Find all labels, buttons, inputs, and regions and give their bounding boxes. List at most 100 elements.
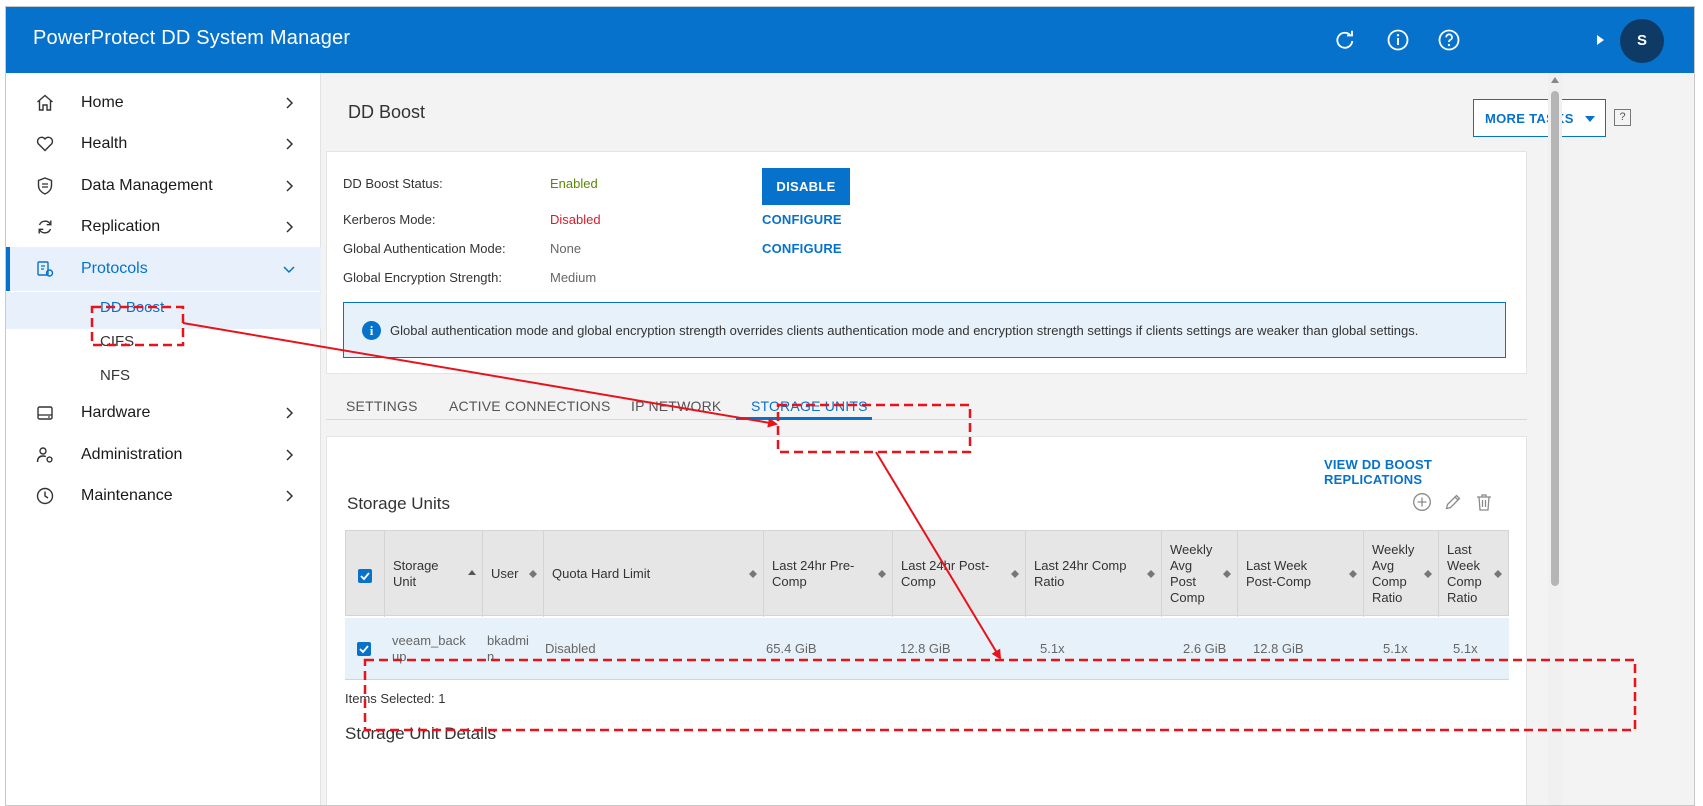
sidebar-item-protocols[interactable]: Protocols [6,247,321,291]
sidebar-item-label: Hardware [81,404,151,421]
sidebar-subitem-nfs[interactable]: NFS [100,367,130,384]
kerberos-mode-value: Disabled [550,212,601,227]
column-header-quota-hard-limit[interactable]: Quota Hard Limit [544,531,764,617]
sidebar-subitem-cifs[interactable]: CIFS [100,333,134,350]
edit-pencil-icon[interactable] [1443,492,1463,512]
sidebar-item-label: Replication [81,218,161,235]
tab-active-connections[interactable]: ACTIVE CONNECTIONS [449,398,611,414]
sort-icon [529,570,537,578]
app-window: PowerProtect DD System Manager S Home He… [5,6,1695,806]
chevron-right-icon [286,449,294,461]
sidebar-item-home[interactable]: Home [6,81,321,125]
sidebar-item-maintenance[interactable]: Maintenance [6,474,321,518]
info-circle-icon: i [362,321,381,340]
tab-settings[interactable]: SETTINGS [346,398,418,414]
chevron-right-icon [286,490,294,502]
info-message: Global authentication mode and global en… [390,323,1419,338]
app-title: PowerProtect DD System Manager [33,27,351,49]
header-select-all [346,531,385,617]
sort-icon [1147,570,1155,578]
main-content: DD Boost MORE TASKS ? DD Boost Status: E… [321,73,1694,805]
chevron-right-icon [286,221,294,233]
shield-icon [37,177,53,195]
tab-storage-units[interactable]: STORAGE UNITS [751,398,868,414]
help-menu-caret-icon[interactable] [1597,35,1604,45]
chevron-right-icon [286,180,294,192]
table-header: Storage Unit User Quota Hard Limit Last … [345,530,1509,617]
cell-weekly-avg-comp-ratio: 5.1x [1383,641,1408,656]
column-header-last-24hr-pre-comp[interactable]: Last 24hr Pre-Comp [764,531,893,617]
home-icon [37,94,53,111]
storage-unit-details-title: Storage Unit Details [345,724,497,743]
sort-icon [1223,570,1231,578]
cell-last-24hr-pre-comp: 65.4 GiB [766,641,817,656]
storage-units-panel: VIEW DD BOOST REPLICATIONS Storage Units… [326,436,1527,805]
sort-ascending-icon [468,570,476,575]
column-header-user[interactable]: User [483,531,544,617]
chevron-right-icon [286,407,294,419]
select-all-checkbox[interactable] [358,569,372,583]
page-title: DD Boost [348,102,426,122]
sort-icon [1424,570,1432,578]
sidebar-item-replication[interactable]: Replication [6,205,321,249]
admin-user-gear-icon [36,447,53,463]
active-tab-indicator [736,417,872,420]
info-icon[interactable] [1386,28,1410,52]
cell-storage-unit: veeam_backup [392,633,466,664]
configure-global-auth-button[interactable]: CONFIGURE [762,241,842,256]
row-checkbox[interactable] [357,642,371,656]
chevron-right-icon [286,138,294,150]
column-header-weekly-avg-post-comp[interactable]: Weekly Avg Post Comp [1162,531,1238,617]
sidebar-item-label: Administration [81,446,183,463]
page-help-button[interactable]: ? [1614,109,1631,126]
vertical-scrollbar[interactable] [1548,73,1562,805]
sidebar-subitem-dd-boost[interactable]: DD Boost [100,299,164,316]
refresh-icon[interactable] [1333,28,1357,52]
items-selected-count: Items Selected: 1 [345,691,446,706]
column-header-storage-unit[interactable]: Storage Unit [385,531,483,617]
tab-bar: SETTINGS ACTIVE CONNECTIONS IP NETWORK S… [326,384,1527,420]
sort-icon [1494,570,1502,578]
sidebar-item-administration[interactable]: Administration [6,433,321,477]
view-dd-boost-replications-link[interactable]: VIEW DD BOOST REPLICATIONS [1324,457,1526,487]
sidebar-item-health[interactable]: Health [6,122,321,166]
more-tasks-button[interactable]: MORE TASKS [1473,99,1606,137]
sidebar-item-label: Protocols [81,260,148,277]
chevron-right-icon [286,97,294,109]
column-header-weekly-avg-comp-ratio[interactable]: Weekly Avg Comp Ratio [1364,531,1439,617]
column-header-last-week-comp-ratio[interactable]: Last Week Comp Ratio [1439,531,1508,617]
info-banner: i Global authentication mode and global … [343,302,1506,358]
add-icon[interactable] [1412,492,1432,512]
column-header-last-24hr-post-comp[interactable]: Last 24hr Post-Comp [893,531,1026,617]
configure-kerberos-button[interactable]: CONFIGURE [762,212,842,227]
sidebar-item-hardware[interactable]: Hardware [6,391,321,435]
cell-last-24hr-comp-ratio: 5.1x [1040,641,1065,656]
sort-icon [1349,570,1357,578]
hard-drive-icon [37,406,53,420]
boost-status-panel: DD Boost Status: Enabled DISABLE Kerbero… [326,151,1527,374]
scrollbar-thumb[interactable] [1551,91,1559,586]
scroll-up-arrow-icon[interactable] [1551,77,1559,83]
delete-trash-icon[interactable] [1474,492,1494,512]
global-encryption-label: Global Encryption Strength: [343,270,502,285]
column-header-last-week-post-comp[interactable]: Last Week Post-Comp [1238,531,1364,617]
sort-icon [878,570,886,578]
sort-icon [749,570,757,578]
sidebar-item-data-management[interactable]: Data Management [6,164,321,208]
cell-user: bkadmin [487,633,529,664]
cell-last-week-comp-ratio: 5.1x [1453,641,1478,656]
clock-gauge-icon [36,487,54,505]
table-row[interactable]: veeam_backup bkadmin Disabled 65.4 GiB 1… [345,618,1509,680]
disable-button[interactable]: DISABLE [762,168,850,205]
help-icon[interactable] [1437,28,1461,52]
row-select-cell [345,618,384,680]
tab-ip-network[interactable]: IP NETWORK [631,398,721,414]
sidebar-item-label: Maintenance [81,487,173,504]
cell-last-week-post-comp: 12.8 GiB [1253,641,1304,656]
column-header-last-24hr-comp-ratio[interactable]: Last 24hr Comp Ratio [1026,531,1162,617]
sidebar-item-label: Data Management [81,177,213,194]
cell-quota-hard-limit: Disabled [545,641,596,656]
boost-status-value: Enabled [550,176,598,191]
user-avatar[interactable]: S [1620,19,1664,63]
sync-icon [38,220,52,234]
